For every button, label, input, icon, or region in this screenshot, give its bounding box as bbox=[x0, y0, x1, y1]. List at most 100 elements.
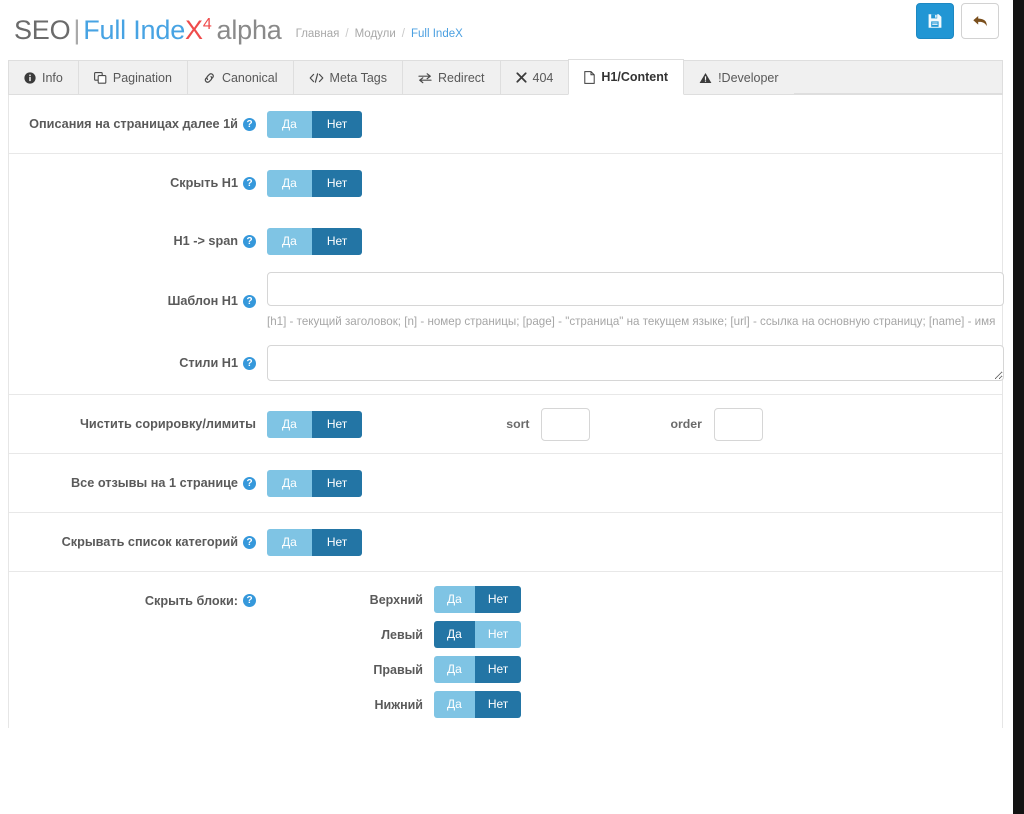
toggle-hide-block-top[interactable]: Да Нет bbox=[434, 586, 522, 613]
form-label: Чистить сорировку/лимиты bbox=[9, 416, 267, 433]
tab-bar-filler bbox=[793, 60, 1003, 94]
form-body: Описания на страницах далее 1й ? Да Нет bbox=[8, 95, 1004, 728]
toggle-option-no[interactable]: Нет bbox=[311, 227, 363, 255]
toggle-option-yes[interactable]: Да bbox=[434, 621, 475, 648]
tab-meta-tags[interactable]: Meta Tags bbox=[292, 60, 402, 94]
toggle-clean-sort-limits[interactable]: Да Нет bbox=[267, 410, 363, 438]
help-icon[interactable]: ? bbox=[243, 117, 256, 131]
tab-h1-content[interactable]: H1/Content bbox=[568, 59, 685, 95]
app-canvas: SEO | Full IndeX4 alpha Главная / Модули / … bbox=[0, 0, 1013, 814]
tab-label: Redirect bbox=[437, 70, 485, 85]
toggle-option-no[interactable]: Нет bbox=[311, 410, 363, 438]
form-row-h1-template: Шаблон H1 ? [h1] - текущий заголовок; [n… bbox=[9, 270, 1004, 332]
floppy-disk-icon bbox=[928, 14, 942, 28]
toggle-option-no[interactable]: Нет bbox=[311, 110, 363, 138]
title-seo: SEO bbox=[14, 14, 71, 45]
form-label-text: Стили H1 bbox=[179, 355, 238, 370]
save-button[interactable] bbox=[916, 3, 954, 39]
toggle-hide-block-right[interactable]: Да Нет bbox=[434, 656, 522, 683]
form-label-text: Скрыть блоки: bbox=[144, 594, 238, 608]
form-label-text: H1 -> span bbox=[173, 233, 238, 248]
exchange-icon bbox=[418, 72, 432, 84]
hide-block-row-top: Верхний Да Нет bbox=[267, 586, 1002, 613]
tab-redirect[interactable]: Redirect bbox=[401, 60, 500, 94]
toggle-option-yes[interactable]: Да bbox=[267, 410, 312, 438]
form-row-descriptions: Описания на страницах далее 1й ? Да Нет bbox=[9, 95, 1002, 153]
help-icon[interactable]: ? bbox=[243, 356, 256, 370]
toggle-option-no[interactable]: Нет bbox=[474, 621, 522, 648]
toggle-option-yes[interactable]: Да bbox=[267, 469, 312, 497]
tab-label: !Developer bbox=[718, 70, 779, 85]
toggle-option-yes[interactable]: Да bbox=[267, 528, 312, 556]
toggle-option-no[interactable]: Нет bbox=[311, 169, 363, 197]
help-icon[interactable]: ? bbox=[243, 234, 256, 248]
help-icon[interactable]: ? bbox=[243, 294, 256, 308]
toggle-descriptions-beyond-first-page[interactable]: Да Нет bbox=[267, 110, 363, 138]
toggle-option-yes[interactable]: Да bbox=[267, 227, 312, 255]
toggle-option-yes[interactable]: Да bbox=[267, 110, 312, 138]
tab-pagination[interactable]: Pagination bbox=[77, 60, 187, 94]
sort-input[interactable] bbox=[541, 407, 591, 441]
block-label: Правый bbox=[373, 662, 423, 677]
toggle-all-reviews-one-page[interactable]: Да Нет bbox=[267, 469, 363, 497]
h1-template-help-text: [h1] - текущий заголовок; [n] - номер ст… bbox=[267, 314, 996, 328]
toggle-option-yes[interactable]: Да bbox=[267, 169, 312, 197]
breadcrumb-separator: / bbox=[345, 28, 349, 40]
help-icon[interactable]: ? bbox=[243, 476, 256, 490]
h1-styles-textarea[interactable] bbox=[267, 345, 1004, 381]
form-row-h1-styles: Стили H1 ? bbox=[9, 332, 1004, 394]
toggle-option-no[interactable]: Нет bbox=[474, 656, 522, 683]
form-control: Да Нет bbox=[267, 528, 1002, 556]
breadcrumb-item-current[interactable]: Full IndeX bbox=[411, 28, 463, 40]
form-group-descriptions: Описания на страницах далее 1й ? Да Нет bbox=[9, 95, 1002, 154]
form-label: Описания на страницах далее 1й ? bbox=[9, 116, 267, 133]
form-label-text: Скрыть H1 bbox=[170, 175, 238, 190]
toggle-option-no[interactable]: Нет bbox=[311, 469, 363, 497]
form-label-text: Чистить сорировку/лимиты bbox=[79, 416, 256, 431]
form-group-h1: Скрыть H1 ? Да Нет H1 -> span ? Да Нет Ш… bbox=[9, 154, 1004, 395]
breadcrumb-item-modules[interactable]: Модули bbox=[355, 28, 396, 40]
help-icon[interactable]: ? bbox=[243, 535, 256, 549]
tab-label: Meta Tags bbox=[329, 70, 387, 85]
hide-blocks-list: Верхний Да Нет Левый Да Нет Правый Да Не… bbox=[267, 586, 1002, 718]
form-row-h1-to-span: H1 -> span ? Да Нет bbox=[9, 212, 1002, 270]
tab-info[interactable]: Info bbox=[8, 60, 78, 94]
toggle-option-no[interactable]: Нет bbox=[474, 691, 522, 718]
toggle-hide-block-left[interactable]: Да Нет bbox=[434, 621, 522, 648]
form-label: H1 -> span ? bbox=[9, 233, 267, 250]
breadcrumb-item-home[interactable]: Главная bbox=[296, 28, 340, 40]
help-icon[interactable]: ? bbox=[243, 176, 256, 190]
help-icon[interactable]: ? bbox=[243, 594, 256, 607]
toggle-option-no[interactable]: Нет bbox=[474, 586, 522, 613]
form-control bbox=[267, 345, 1004, 381]
form-row-clean-sort-limits: Чистить сорировку/лимиты Да Нет sort ord… bbox=[9, 395, 1002, 453]
tab-canonical[interactable]: Canonical bbox=[186, 60, 293, 94]
toggle-hide-category-list[interactable]: Да Нет bbox=[267, 528, 363, 556]
page-header: SEO | Full IndeX4 alpha Главная / Модули / … bbox=[0, 0, 1013, 60]
order-input[interactable] bbox=[713, 407, 763, 441]
toggle-option-no[interactable]: Нет bbox=[311, 528, 363, 556]
toggle-hide-h1[interactable]: Да Нет bbox=[267, 169, 363, 197]
toggle-option-yes[interactable]: Да bbox=[434, 656, 475, 683]
tab-developer[interactable]: !Developer bbox=[684, 60, 794, 94]
form-row-all-reviews-one-page: Все отзывы на 1 странице ? Да Нет bbox=[9, 454, 1002, 512]
h1-template-input[interactable] bbox=[267, 271, 1004, 306]
form-group-clean-sort: Чистить сорировку/лимиты Да Нет sort ord… bbox=[9, 395, 1002, 454]
times-icon bbox=[515, 72, 527, 83]
warning-icon bbox=[699, 72, 712, 84]
form-control: Да Нет bbox=[267, 110, 1002, 138]
toggle-option-yes[interactable]: Да bbox=[434, 586, 475, 613]
form-control: Да Нет sort order bbox=[267, 407, 1002, 441]
undo-arrow-icon bbox=[972, 15, 987, 26]
toggle-option-yes[interactable]: Да bbox=[434, 691, 475, 718]
order-label: order bbox=[670, 417, 702, 431]
form-row-hide-h1: Скрыть H1 ? Да Нет bbox=[9, 154, 1002, 212]
breadcrumb: Главная / Модули / Full IndeX bbox=[296, 20, 463, 40]
toggle-hide-block-bottom[interactable]: Да Нет bbox=[434, 691, 522, 718]
form-control: Да Нет bbox=[267, 169, 1002, 197]
back-button[interactable] bbox=[961, 3, 999, 39]
tab-label: Pagination bbox=[112, 70, 172, 85]
toggle-h1-to-span[interactable]: Да Нет bbox=[267, 227, 363, 255]
file-icon bbox=[584, 70, 596, 84]
tab-404[interactable]: 404 bbox=[499, 60, 569, 94]
